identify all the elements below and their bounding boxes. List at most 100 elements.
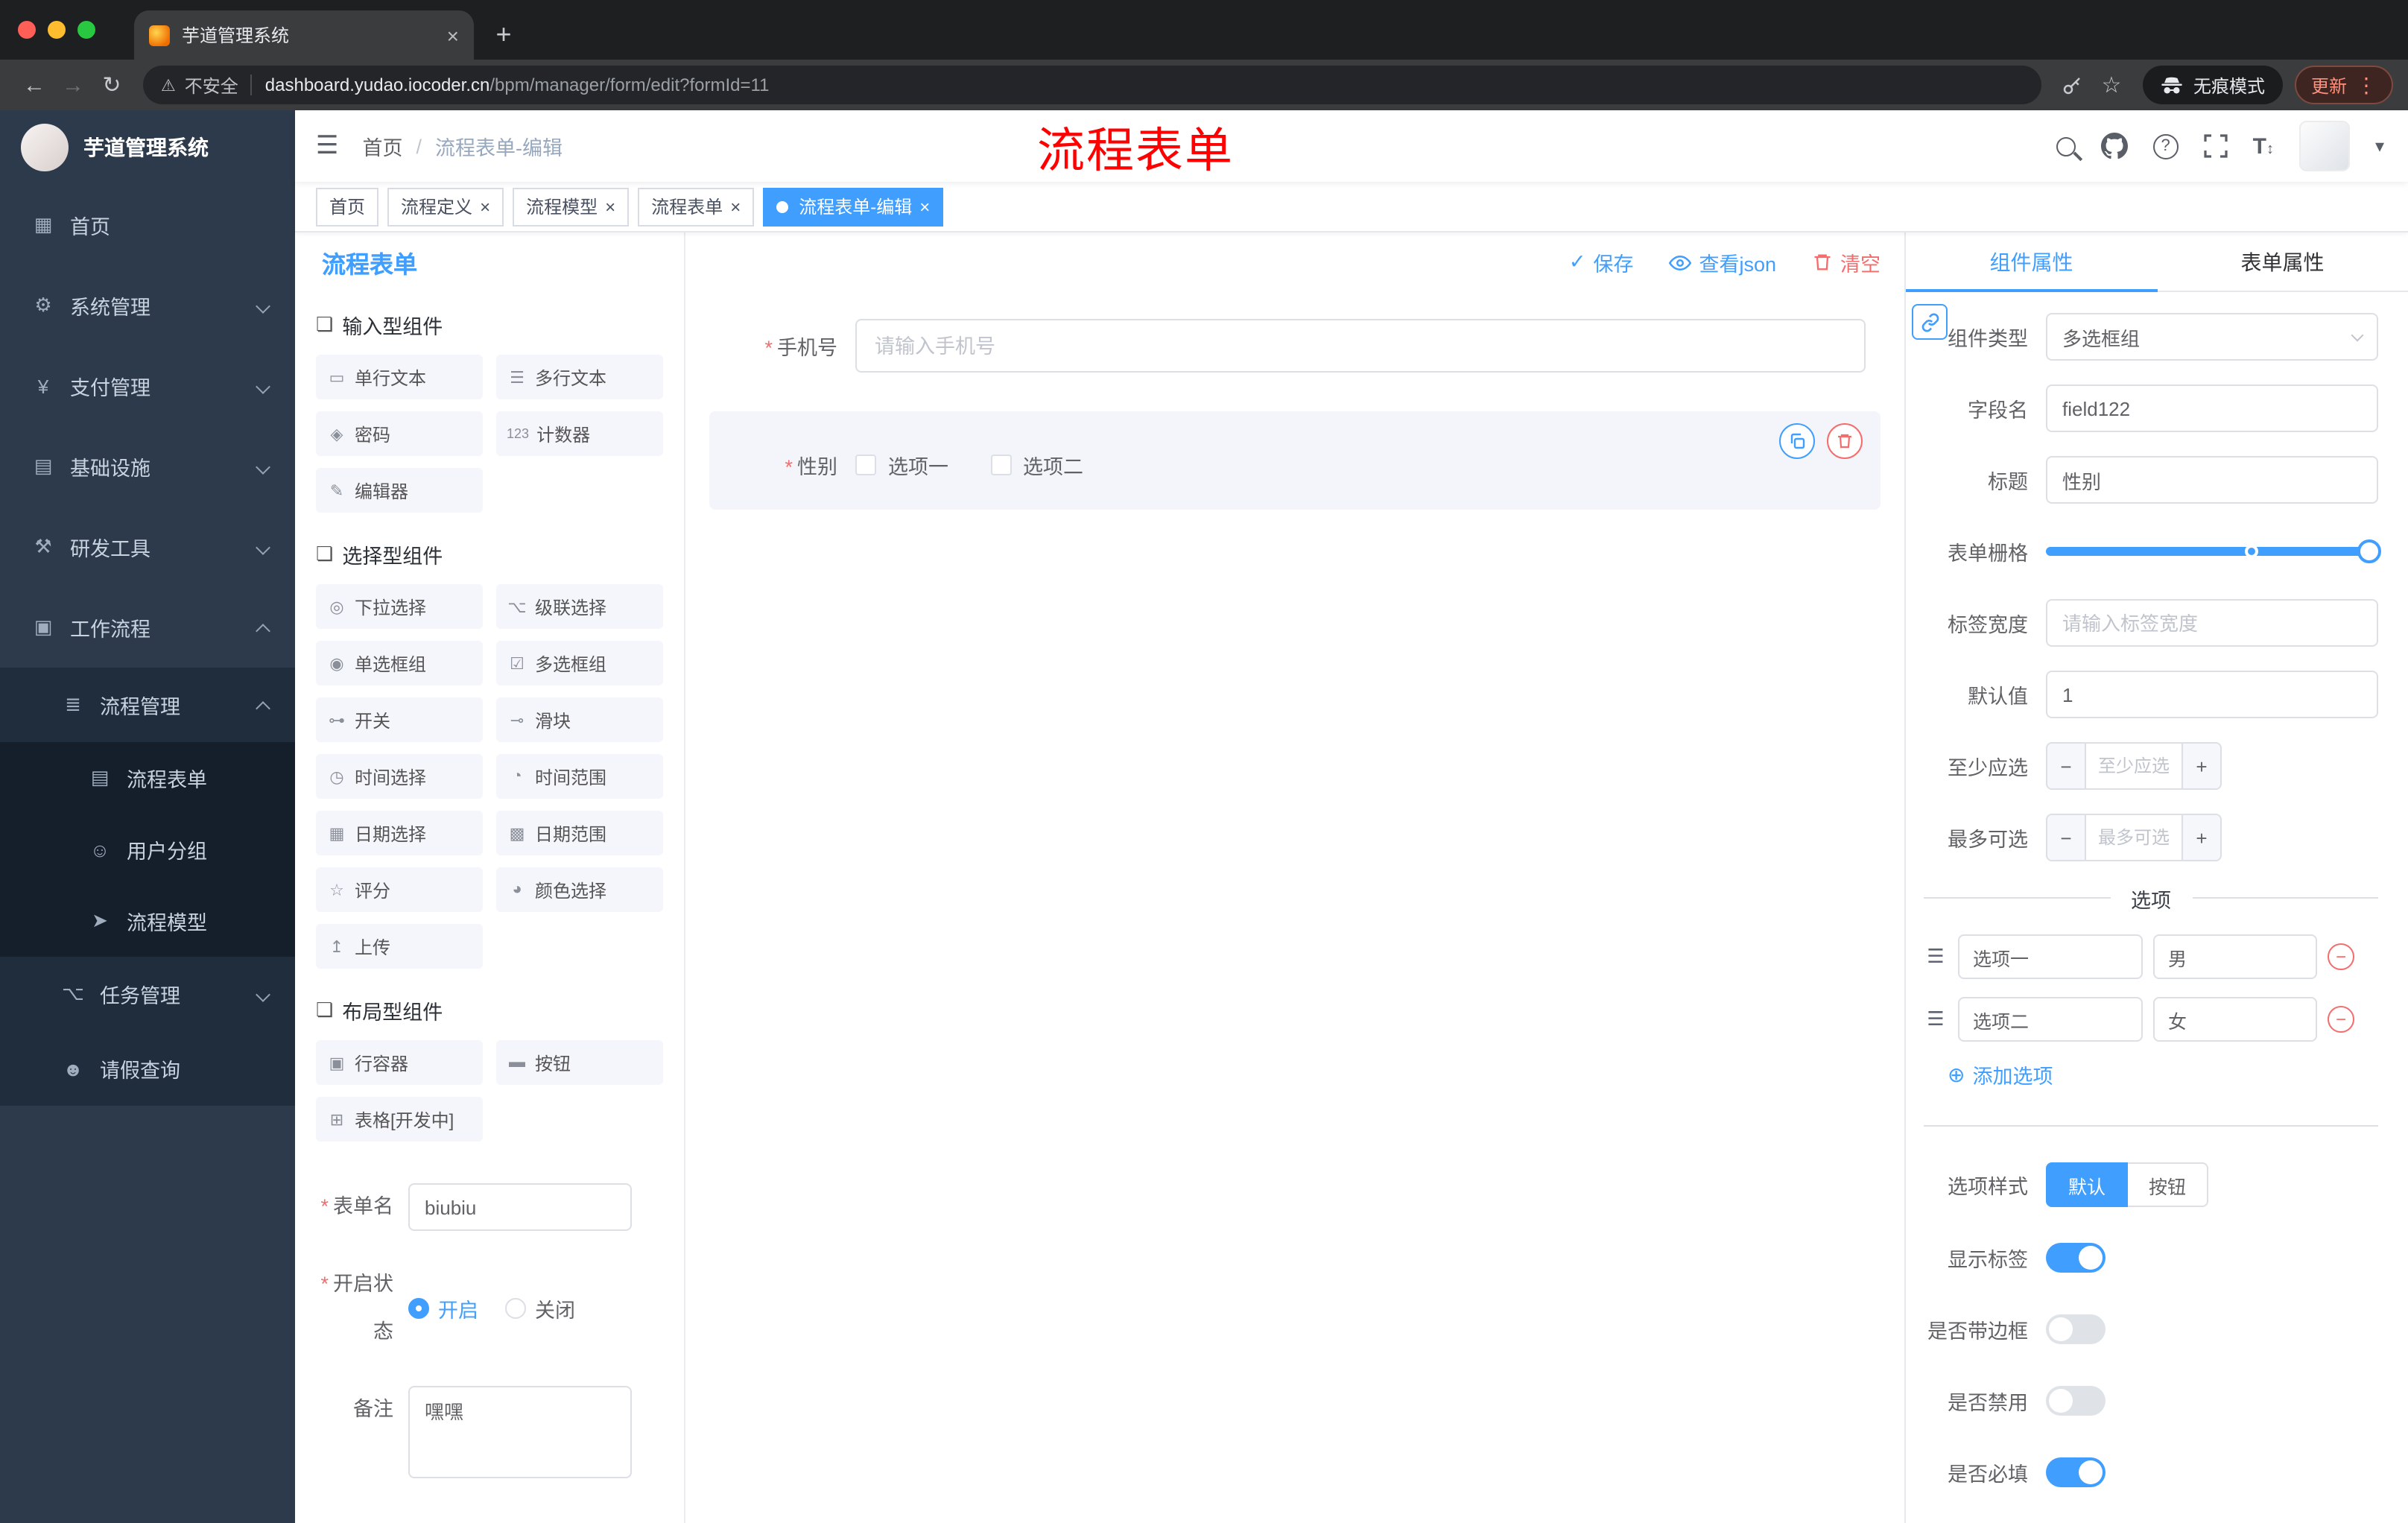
tab-component-properties[interactable]: 组件属性 (1906, 232, 2157, 292)
gender-option-1[interactable]: 选项一 (855, 450, 948, 480)
sidebar-item-workflow[interactable]: ▣ 工作流程 (0, 587, 295, 668)
disabled-switch[interactable] (2046, 1386, 2106, 1416)
max-select-input[interactable] (2086, 815, 2182, 860)
component-upload[interactable]: ↥ 上传 (316, 924, 483, 969)
component-counter[interactable]: 123 计数器 (496, 411, 663, 456)
zoom-window-button[interactable] (77, 21, 95, 39)
close-icon[interactable] (480, 196, 490, 217)
style-default-button[interactable]: 默认 (2046, 1162, 2129, 1207)
tab-close-icon[interactable] (447, 23, 459, 47)
phone-input[interactable] (855, 319, 1866, 373)
checkbox[interactable] (990, 455, 1011, 475)
increase-button[interactable] (2182, 815, 2220, 860)
close-window-button[interactable] (18, 21, 36, 39)
sidebar-item-process-model[interactable]: ➤ 流程模型 (0, 885, 295, 957)
key-icon[interactable] (2053, 66, 2092, 104)
show-label-switch[interactable] (2046, 1243, 2106, 1273)
help-icon[interactable] (2152, 133, 2179, 159)
border-switch[interactable] (2046, 1314, 2106, 1344)
tag-process-model[interactable]: 流程模型 (513, 187, 630, 226)
app-logo[interactable]: 芋道管理系统 (0, 110, 295, 185)
component-date-range[interactable]: ▩ 日期范围 (496, 811, 663, 855)
remove-option-icon[interactable] (2328, 1006, 2354, 1033)
style-button-button[interactable]: 按钮 (2128, 1162, 2209, 1207)
component-multi-line-text[interactable]: ☰ 多行文本 (496, 355, 663, 399)
close-icon[interactable] (919, 196, 930, 217)
component-type-select[interactable]: 多选框组 (2046, 313, 2378, 361)
sidebar-item-leave-query[interactable]: ☻ 请假查询 (0, 1031, 295, 1106)
component-checkbox-group[interactable]: ☑ 多选框组 (496, 641, 663, 685)
address-bar[interactable]: 不安全 dashboard.yudao.iocoder.cn/bpm/manag… (143, 66, 2041, 104)
sidebar-item-dev-tools[interactable]: ⚒ 研发工具 (0, 507, 295, 587)
browser-menu-icon[interactable] (2356, 72, 2377, 98)
checkbox[interactable] (855, 455, 876, 475)
status-on-radio[interactable] (408, 1298, 429, 1319)
reload-button[interactable] (92, 66, 131, 104)
status-on-label[interactable]: 开启 (438, 1294, 478, 1323)
update-button[interactable]: 更新 (2294, 66, 2393, 104)
default-value-input[interactable] (2046, 671, 2378, 718)
save-button[interactable]: 保存 (1569, 247, 1633, 277)
search-icon[interactable] (2056, 136, 2076, 156)
status-off-label[interactable]: 关闭 (535, 1294, 575, 1323)
component-password[interactable]: ◈ 密码 (316, 411, 483, 456)
fullscreen-icon[interactable] (2203, 134, 2228, 158)
required-switch[interactable] (2046, 1457, 2106, 1487)
close-icon[interactable] (730, 196, 741, 217)
component-slider[interactable]: ⊸ 滑块 (496, 697, 663, 742)
gender-option-2[interactable]: 选项二 (990, 450, 1083, 480)
hamburger-icon[interactable] (316, 131, 339, 161)
phone-field-row[interactable]: 手机号 (709, 319, 1881, 373)
label-width-input[interactable] (2046, 599, 2378, 647)
drag-handle-icon[interactable] (1924, 945, 1948, 969)
form-name-input[interactable] (408, 1183, 632, 1231)
component-radio-group[interactable]: ◉ 单选框组 (316, 641, 483, 685)
gender-field-block-selected[interactable]: 性别 选项一 选项二 (709, 411, 1881, 510)
option-value-input[interactable] (2153, 934, 2317, 979)
remark-textarea[interactable]: 嘿嘿 (408, 1386, 632, 1478)
user-avatar[interactable] (2298, 121, 2350, 171)
component-table[interactable]: ⊞ 表格[开发中] (316, 1097, 483, 1142)
copy-component-button[interactable] (1779, 423, 1815, 459)
breadcrumb-home[interactable]: 首页 (363, 131, 403, 161)
component-rate[interactable]: ☆ 评分 (316, 867, 483, 912)
tag-process-definition[interactable]: 流程定义 (387, 187, 504, 226)
component-cascader[interactable]: ⌥ 级联选择 (496, 584, 663, 629)
option-value-input[interactable] (2153, 997, 2317, 1042)
component-row-container[interactable]: ▣ 行容器 (316, 1040, 483, 1085)
tag-process-form-edit[interactable]: 流程表单-编辑 (763, 187, 944, 226)
avatar-caret-icon[interactable] (2375, 136, 2384, 156)
increase-button[interactable] (2182, 744, 2220, 788)
tag-home[interactable]: 首页 (316, 187, 379, 226)
tab-form-properties[interactable]: 表单属性 (2157, 232, 2408, 291)
sidebar-item-payment-management[interactable]: ¥ 支付管理 (0, 346, 295, 426)
link-icon[interactable] (1912, 304, 1948, 340)
component-single-line-text[interactable]: ▭ 单行文本 (316, 355, 483, 399)
delete-component-button[interactable] (1827, 423, 1863, 459)
font-size-icon[interactable] (2253, 133, 2274, 159)
component-time-picker[interactable]: ◷ 时间选择 (316, 754, 483, 799)
sidebar-item-infrastructure[interactable]: ▤ 基础设施 (0, 426, 295, 507)
sidebar-item-process-form[interactable]: ▤ 流程表单 (0, 742, 295, 814)
component-color-picker[interactable]: ◕ 颜色选择 (496, 867, 663, 912)
component-dropdown-select[interactable]: ◎ 下拉选择 (316, 584, 483, 629)
drag-handle-icon[interactable] (1924, 1007, 1948, 1031)
component-date-picker[interactable]: ▦ 日期选择 (316, 811, 483, 855)
decrease-button[interactable] (2047, 744, 2086, 788)
option-name-input[interactable] (1958, 934, 2143, 979)
sidebar-item-home[interactable]: ▦ 首页 (0, 185, 295, 265)
bookmark-star-icon[interactable] (2092, 66, 2131, 104)
status-off-radio[interactable] (505, 1298, 526, 1319)
sidebar-item-task-management[interactable]: ⌥ 任务管理 (0, 957, 295, 1031)
back-button[interactable] (15, 66, 54, 104)
field-name-input[interactable] (2046, 384, 2378, 432)
component-time-range[interactable]: ◔ 时间范围 (496, 754, 663, 799)
clear-button[interactable]: 清空 (1812, 247, 1881, 277)
remove-option-icon[interactable] (2328, 943, 2354, 970)
decrease-button[interactable] (2047, 815, 2086, 860)
tag-process-form[interactable]: 流程表单 (638, 187, 755, 226)
slider-handle[interactable] (2357, 539, 2381, 563)
title-input[interactable] (2046, 456, 2378, 504)
sidebar-item-user-group[interactable]: ☺ 用户分组 (0, 814, 295, 885)
github-icon[interactable] (2100, 133, 2128, 159)
